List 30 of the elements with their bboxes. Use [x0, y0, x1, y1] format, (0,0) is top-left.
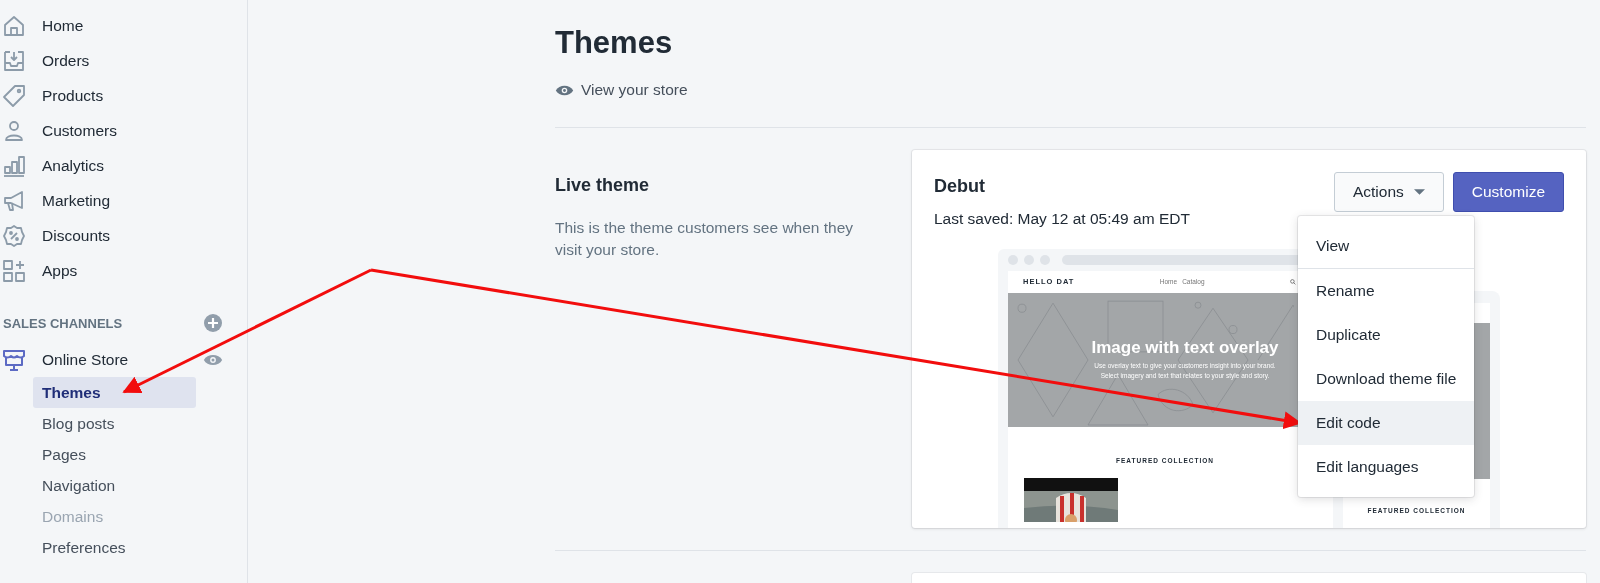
section-heading: SALES CHANNELS	[3, 315, 123, 331]
nav-item[interactable]: Home	[0, 8, 247, 43]
nav-item[interactable]: Apps	[0, 253, 247, 288]
sub-nav-item[interactable]: Themes	[33, 377, 196, 408]
actions-button[interactable]: Actions	[1333, 171, 1444, 212]
nav-item[interactable]: Analytics	[0, 148, 247, 183]
nav-item[interactable]: Discounts	[0, 218, 247, 253]
last-saved-text: Last saved: May 12 at 05:49 am EDT	[934, 209, 1190, 228]
hero-title: Image with text overlay	[1091, 338, 1279, 358]
nav-item[interactable]: Customers	[0, 113, 247, 148]
nav-item[interactable]: Orders	[0, 43, 247, 78]
menu-item[interactable]: Duplicate	[1297, 312, 1474, 357]
nav-item[interactable]: Online Store	[0, 342, 129, 377]
menu-item[interactable]: Rename	[1297, 268, 1474, 313]
sub-nav-item[interactable]: Navigation	[33, 470, 196, 501]
section-title: Live theme	[555, 174, 651, 196]
menu-item[interactable]: View	[1297, 223, 1474, 268]
nav-item[interactable]: Marketing	[0, 183, 247, 218]
section-description: This is the theme customers see when they visit your store.	[555, 217, 855, 260]
sub-nav-item[interactable]: Preferences	[33, 532, 196, 563]
nav-item[interactable]: Products	[0, 78, 247, 113]
page-title: Themes	[555, 25, 674, 61]
menu-item[interactable]: Download theme file	[1297, 356, 1474, 401]
sub-nav-item[interactable]: Pages	[33, 439, 196, 470]
menu-item[interactable]: Edit code	[1297, 400, 1474, 445]
menu-item[interactable]: Edit languages	[1297, 444, 1474, 489]
theme-name: Debut	[934, 175, 986, 197]
sub-nav-item[interactable]: Blog posts	[33, 408, 196, 439]
customize-button[interactable]: Customize	[1452, 171, 1564, 212]
view-store-link[interactable]: View your store	[555, 81, 688, 99]
